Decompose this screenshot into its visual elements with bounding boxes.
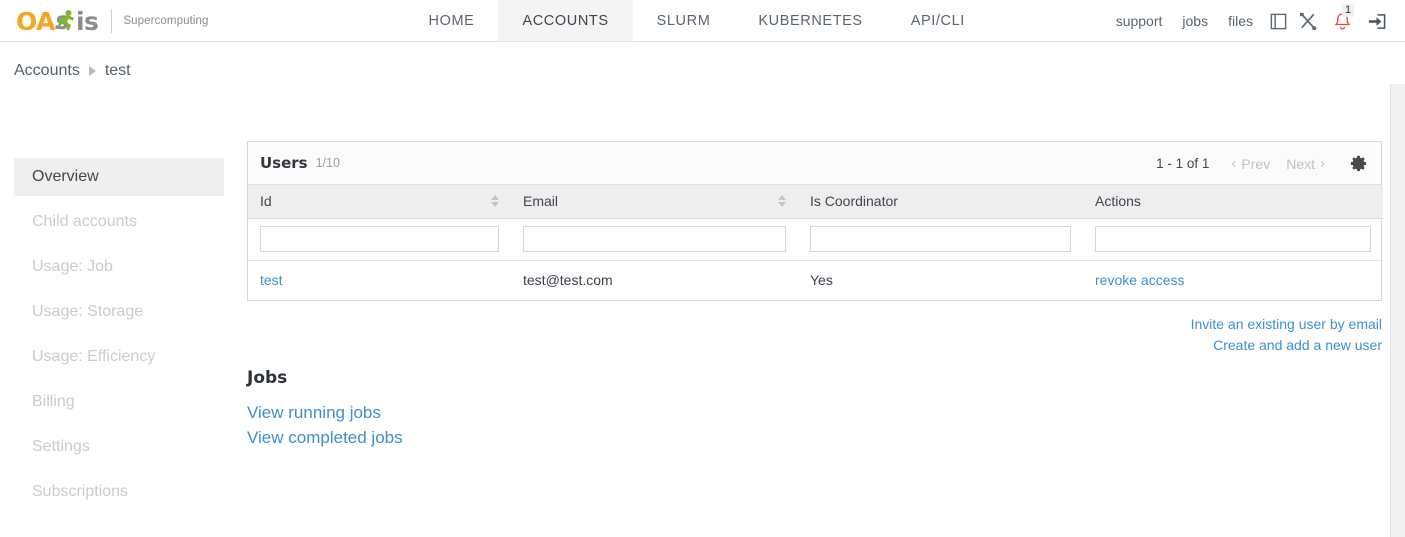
brand-logo[interactable]: OAsis Supercomputing [0, 0, 209, 42]
sidebar-item-subscriptions[interactable]: Subscriptions [14, 473, 224, 511]
sign-in-icon[interactable] [1361, 6, 1391, 36]
column-header-id-label: Id [260, 193, 272, 210]
column-header-email[interactable]: Email [511, 185, 798, 219]
filter-input-id[interactable] [260, 226, 499, 252]
top-navigation-bar: OAsis Supercomputing HOME ACCOUNTS SLURM… [0, 0, 1405, 42]
sort-toggle-id[interactable] [491, 195, 499, 208]
filter-input-actions[interactable] [1095, 226, 1371, 252]
user-id-link[interactable]: test [260, 272, 283, 288]
files-link[interactable]: files [1218, 13, 1263, 29]
caret-down-icon [491, 202, 499, 208]
invite-existing-user-link[interactable]: Invite an existing user by email [1191, 314, 1382, 335]
filter-input-is-coordinator[interactable] [810, 226, 1071, 252]
support-link[interactable]: support [1106, 13, 1173, 29]
logo-wordmark: OAsis [16, 6, 99, 36]
table-row: test test@test.com Yes revoke access [248, 260, 1383, 300]
utility-nav: support jobs files 1 [1106, 0, 1391, 42]
users-table-body: test test@test.com Yes revoke access [248, 218, 1383, 300]
users-table-head: Id Email Is Coordinator Actions [248, 185, 1383, 219]
breadcrumb-current[interactable]: test [105, 62, 131, 80]
chevron-right-icon [88, 66, 96, 76]
sidebar-item-billing[interactable]: Billing [14, 383, 224, 421]
users-panel-header: Users 1/10 1 - 1 of 1 ‹ Prev Next › [248, 142, 1381, 185]
prev-page-label: Prev [1241, 155, 1271, 172]
jobs-section-title: Jobs [247, 368, 288, 388]
tools-icon-glyph [1299, 12, 1316, 30]
users-filter-row [248, 218, 1383, 261]
next-page-button[interactable]: Next › [1286, 156, 1325, 172]
nav-tab-api-cli[interactable]: API/CLI [887, 0, 989, 41]
prev-page-button[interactable]: ‹ Prev [1231, 156, 1270, 172]
main-nav-tabs: HOME ACCOUNTS SLURM KUBERNETES API/CLI [405, 0, 989, 41]
breadcrumb-accounts[interactable]: Accounts [14, 62, 80, 80]
next-page-label: Next [1286, 155, 1315, 172]
nav-tab-home[interactable]: HOME [405, 0, 499, 41]
nav-tab-kubernetes[interactable]: KUBERNETES [734, 0, 886, 41]
filter-cell-email [511, 218, 798, 261]
users-panel: Users 1/10 1 - 1 of 1 ‹ Prev Next › Id E… [247, 141, 1383, 301]
sidebar-item-usage-efficiency[interactable]: Usage: Efficiency [14, 338, 224, 376]
view-running-jobs-link[interactable]: View running jobs [247, 400, 403, 425]
filter-cell-is-coordinator [798, 218, 1083, 261]
revoke-access-link[interactable]: revoke access [1095, 272, 1184, 288]
book-icon[interactable] [1263, 6, 1293, 36]
jobs-link[interactable]: jobs [1172, 13, 1218, 29]
users-table: Id Email Is Coordinator Actions test tes… [248, 185, 1383, 300]
users-count: 1/10 [315, 156, 340, 170]
caret-up-icon [778, 195, 786, 201]
chevron-right-icon: › [1320, 155, 1325, 172]
sidebar-item-usage-job[interactable]: Usage: Job [14, 248, 224, 286]
users-table-header-row: Id Email Is Coordinator Actions [248, 185, 1383, 219]
create-new-user-link[interactable]: Create and add a new user [1191, 335, 1382, 356]
sort-toggle-email[interactable] [778, 195, 786, 208]
notification-badge: 1 [1342, 4, 1355, 17]
logo-divider [111, 9, 113, 33]
column-header-is-coordinator-label: Is Coordinator [810, 193, 898, 210]
users-panel-toolbar: 1 - 1 of 1 ‹ Prev Next › [1156, 142, 1369, 185]
account-sidebar: Overview Child accounts Usage: Job Usage… [14, 158, 224, 518]
view-completed-jobs-link[interactable]: View completed jobs [247, 425, 403, 450]
sidebar-item-settings[interactable]: Settings [14, 428, 224, 466]
caret-up-icon [491, 195, 499, 201]
logo-is-text: is [75, 6, 99, 36]
jobs-section: Jobs View running jobs View completed jo… [247, 368, 403, 450]
pagination-range: 1 - 1 of 1 [1156, 156, 1210, 171]
sidebar-item-usage-storage[interactable]: Usage: Storage [14, 293, 224, 331]
filter-cell-id [248, 218, 511, 261]
book-icon-glyph [1270, 13, 1286, 29]
page-body: Accounts test Overview Child accounts Us… [0, 42, 1405, 537]
chevron-left-icon: ‹ [1231, 155, 1237, 172]
users-panel-title: Users [260, 154, 308, 172]
nav-tab-accounts[interactable]: ACCOUNTS [498, 0, 633, 41]
breadcrumb: Accounts test [14, 62, 131, 80]
cell-is-coordinator: Yes [810, 272, 833, 289]
logo-tagline: Supercomputing [123, 15, 209, 27]
gear-icon[interactable] [1347, 153, 1369, 175]
logo-s-glyph: s [55, 8, 76, 34]
logo-oa-text: OA [16, 6, 55, 36]
caret-down-icon [778, 202, 786, 208]
sidebar-item-overview[interactable]: Overview [14, 158, 224, 196]
bell-icon[interactable]: 1 [1323, 4, 1361, 36]
gear-icon-glyph [1350, 155, 1366, 172]
nav-tab-slurm[interactable]: SLURM [633, 0, 735, 41]
column-header-actions: Actions [1083, 185, 1383, 219]
column-header-actions-label: Actions [1095, 193, 1141, 210]
column-header-id[interactable]: Id [248, 185, 511, 219]
logo-runner-icon [57, 10, 74, 31]
column-header-is-coordinator: Is Coordinator [798, 185, 1083, 219]
filter-input-email[interactable] [523, 226, 786, 252]
cell-actions: revoke access [1083, 260, 1383, 300]
cell-email: test@test.com [523, 272, 613, 289]
sidebar-item-child-accounts[interactable]: Child accounts [14, 203, 224, 241]
filter-cell-actions [1083, 218, 1383, 261]
sign-in-icon-glyph [1368, 13, 1385, 29]
page-scrollbar[interactable] [1390, 84, 1405, 537]
tools-icon[interactable] [1293, 6, 1323, 36]
user-action-links: Invite an existing user by email Create … [1191, 314, 1382, 356]
cell-id: test [248, 260, 511, 300]
column-header-email-label: Email [523, 193, 559, 210]
